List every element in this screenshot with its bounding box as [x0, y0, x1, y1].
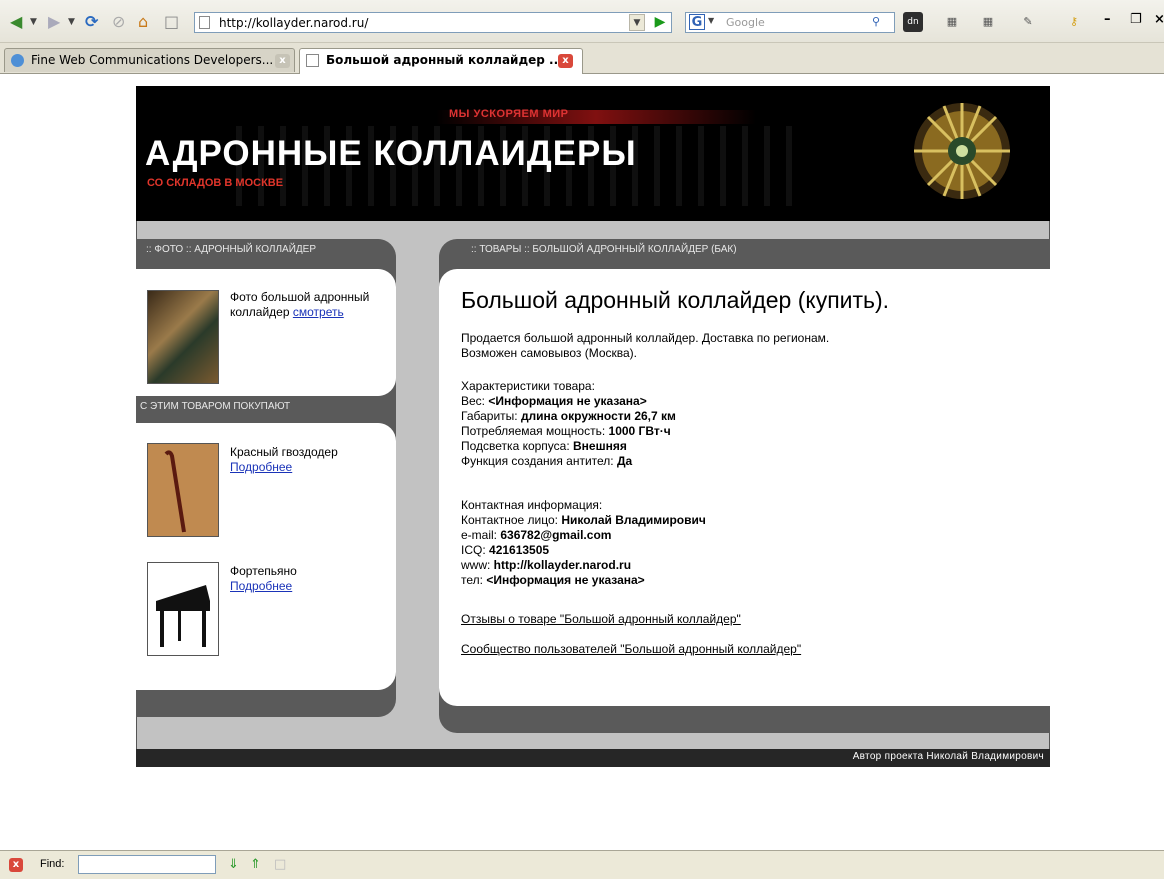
contact-info: Контактная информация: Контактное лицо: …	[461, 498, 706, 588]
related-item-name: Красный гвоздодер	[230, 445, 338, 459]
find-next-icon[interactable]: ⇓	[228, 857, 239, 872]
back-dropdown-icon[interactable]: ▼	[30, 12, 37, 32]
find-close-icon[interactable]: x	[9, 858, 23, 872]
main-section-heading: :: ТОВАРЫ :: БОЛЬШОЙ АДРОННЫЙ КОЛЛАЙДЕР …	[471, 244, 737, 255]
related-item-more-link[interactable]: Подробнее	[230, 579, 297, 594]
restore-icon[interactable]: ❐	[1130, 12, 1142, 27]
photo-section-heading: :: ФОТО :: АДРОННЫЙ КОЛЛАЙДЕР	[146, 244, 317, 255]
header-subtitle: СО СКЛАДОВ В МОСКВЕ	[147, 177, 284, 189]
left-sidebar: :: ФОТО :: АДРОННЫЙ КОЛЛАЙДЕР Фото больш…	[136, 239, 396, 717]
back-icon[interactable]: ◀	[10, 12, 22, 32]
tab-close-icon[interactable]: x	[275, 54, 290, 68]
extension-icon[interactable]: ▦	[942, 12, 962, 32]
photo-caption: Фото большой адронный коллайдер смотреть	[230, 290, 380, 320]
community-link[interactable]: Сообщество пользователей "Большой адронн…	[461, 642, 801, 657]
tab-label: Большой адронный коллайдер ...	[326, 53, 563, 67]
tab-page-icon	[306, 54, 319, 67]
url-text[interactable]: http://kollayder.narod.ru/	[219, 15, 368, 31]
spec-row: Подсветка корпуса: Внешняя	[461, 439, 627, 453]
related-item-more-link[interactable]: Подробнее	[230, 460, 338, 475]
related-panel: Красный гвоздодер Подробнее Фортепьяно П…	[136, 423, 396, 690]
reload-icon[interactable]: ⟳	[85, 12, 98, 32]
dn-icon[interactable]: dn	[903, 12, 923, 32]
extension-2-icon[interactable]: ▦	[978, 12, 998, 32]
reviews-link[interactable]: Отзывы о товаре "Большой адронный коллай…	[461, 612, 741, 627]
crowbar-thumb[interactable]	[147, 443, 219, 537]
site-footer: Автор проекта Николай Владимирович	[136, 749, 1050, 767]
find-label: Find:	[40, 858, 65, 870]
contact-row: тел: <Информация не указана>	[461, 573, 645, 587]
find-previous-icon[interactable]: ⇑	[250, 857, 261, 872]
contact-row: ICQ: 421613505	[461, 543, 550, 557]
minimize-icon[interactable]: –	[1104, 12, 1111, 27]
tab-close-icon[interactable]: x	[558, 54, 573, 68]
find-input[interactable]	[78, 855, 216, 874]
related-item-name: Фортепьяно	[230, 564, 297, 578]
close-window-icon[interactable]: ×	[1154, 12, 1164, 27]
related-item-crowbar: Красный гвоздодер Подробнее	[230, 445, 338, 475]
highlight-all-icon[interactable]: □	[274, 857, 286, 872]
key-icon[interactable]: ⚷	[1064, 12, 1084, 32]
contact-row: www: http://kollayder.narod.ru	[461, 558, 632, 572]
search-go-icon[interactable]: ⚲	[866, 12, 886, 32]
photo-view-link[interactable]: смотреть	[293, 305, 344, 319]
intro-line-1: Продается большой адронный коллайдер. До…	[461, 331, 830, 345]
tab-label: Fine Web Communications Developers...	[31, 53, 274, 67]
contact-row: Контактное лицо: Николай Владимирович	[461, 513, 706, 527]
browser-toolbar: ◀ ▼ ▶ ▼ ⟳ ⊘ ⌂ □ http://kollayder.narod.r…	[0, 0, 1164, 43]
stop-icon[interactable]: ⊘	[112, 12, 125, 32]
edit-icon[interactable]: ✎	[1018, 12, 1038, 32]
footer-author: Автор проекта Николай Владимирович	[852, 751, 1044, 762]
forward-icon[interactable]: ▶	[48, 12, 60, 32]
search-placeholder: Google	[726, 16, 765, 29]
specs-heading: Характеристики товара:	[461, 379, 595, 393]
related-section-heading: С ЭТИМ ТОВАРОМ ПОКУПАЮТ	[140, 401, 291, 412]
contacts-heading: Контактная информация:	[461, 498, 603, 512]
spec-row: Функция создания антител: Да	[461, 454, 633, 468]
product-title: Большой адронный коллайдер (купить).	[461, 287, 890, 313]
site-header: МЫ УСКОРЯЕМ МИР АДРОННЫЕ КОЛЛАИДЕРЫ СО С…	[136, 86, 1050, 221]
header-title: АДРОННЫЕ КОЛЛАИДЕРЫ	[145, 134, 637, 173]
related-item-piano: Фортепьяно Подробнее	[230, 564, 297, 594]
contact-row: e-mail: 636782@gmail.com	[461, 528, 612, 542]
site: МЫ УСКОРЯЕМ МИР АДРОННЫЕ КОЛЛАИДЕРЫ СО С…	[136, 86, 1050, 767]
product-intro: Продается большой адронный коллайдер. До…	[461, 331, 829, 361]
url-bar[interactable]: http://kollayder.narod.ru/	[194, 12, 672, 33]
intro-line-2: Возможен самовывоз (Москва).	[461, 346, 638, 360]
header-tagline: МЫ УСКОРЯЕМ МИР	[449, 108, 569, 120]
find-bar: x Find: ⇓ ⇑ □	[0, 850, 1164, 879]
collider-photo-thumb[interactable]	[147, 290, 219, 384]
page-icon: □	[164, 12, 180, 31]
tab-fine-web[interactable]: Fine Web Communications Developers... x	[4, 48, 295, 72]
spec-row: Габариты: длина окружности 26,7 км	[461, 409, 676, 423]
search-engine-dropdown-icon[interactable]: ▼	[708, 16, 714, 25]
forward-dropdown-icon[interactable]: ▼	[68, 12, 75, 32]
spec-row: Потребляемая мощность: 1000 ГВт·ч	[461, 424, 671, 438]
go-icon[interactable]: ▶	[651, 13, 669, 31]
collider-logo-image	[914, 103, 1010, 199]
product-panel: Большой адронный коллайдер (купить). Про…	[439, 269, 1050, 706]
photo-panel: Фото большой адронный коллайдер смотреть	[136, 269, 396, 396]
home-icon[interactable]: ⌂	[138, 12, 148, 32]
tab-collider[interactable]: Большой адронный коллайдер ... x	[299, 48, 583, 74]
search-box[interactable]: G ▼ Google	[685, 12, 895, 33]
tab-favicon-icon	[11, 54, 24, 67]
spec-row: Вес: <Информация не указана>	[461, 394, 647, 408]
piano-thumb[interactable]	[147, 562, 219, 656]
page-favicon-icon	[199, 16, 210, 29]
main-content: :: ТОВАРЫ :: БОЛЬШОЙ АДРОННЫЙ КОЛЛАЙДЕР …	[439, 239, 1050, 733]
google-icon[interactable]: G	[689, 14, 705, 30]
product-specs: Характеристики товара: Вес: <Информация …	[461, 379, 676, 469]
tab-bar: Fine Web Communications Developers... x …	[0, 43, 1164, 74]
url-dropdown-icon[interactable]: ▼	[629, 14, 645, 31]
